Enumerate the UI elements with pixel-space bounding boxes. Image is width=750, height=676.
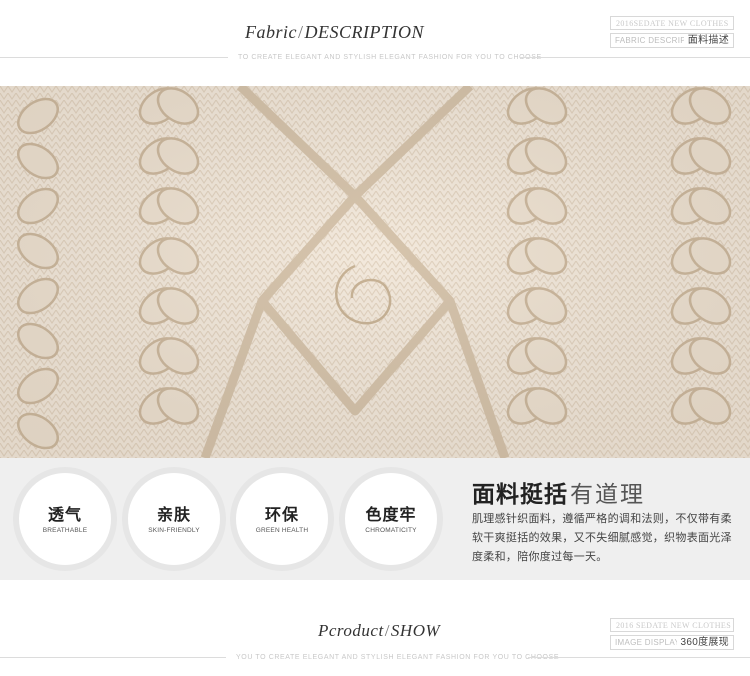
fabric-header-tag: 2016SEDATE NEW CLOTHES FABRIC DESCRIPTIO… [610, 16, 734, 48]
fabric-header: Fabric/DESCRIPTION TO CREATE ELEGANT AND… [0, 0, 750, 86]
feature-breathable-en: BREATHABLE [42, 527, 88, 534]
feature-green-health-en: GREEN HEALTH [255, 527, 309, 534]
divider-left [0, 657, 226, 658]
feature-breathable-cn: 透气 [47, 507, 82, 524]
fabric-info-description: 肌理感针织面料，遵循严格的调和法则，不仅带有柔软干爽挺括的效果，又不失细腻感觉，… [472, 513, 732, 563]
divider-right [520, 57, 750, 58]
tag-top: 2016 SEDATE NEW CLOTHES [610, 618, 734, 632]
title-caps: DESCRIPTION [304, 22, 425, 42]
tag-bottom: IMAGE DISPLAY 360度展现 [610, 635, 734, 650]
fabric-header-title: Fabric/DESCRIPTION [245, 22, 424, 43]
tag-bottom-en: IMAGE DISPLAY [615, 638, 681, 647]
title-italic: Fabric [245, 22, 297, 42]
feature-chromaticity-cn: 色度牢 [365, 507, 417, 524]
divider-left [0, 57, 228, 58]
title-caps: SHOW [390, 621, 441, 640]
title-slash: / [298, 22, 304, 42]
fabric-info-title-light: 有道理 [570, 481, 645, 507]
tag-bottom: FABRIC DESCRIPTION 面料描述 [610, 33, 734, 48]
fabric-header-subtitle: TO CREATE ELEGANT AND STYLISH ELEGANT FA… [238, 54, 542, 61]
fabric-info-title: 面料挺括有道理 [472, 475, 645, 509]
feature-green-health-cn: 环保 [264, 507, 299, 524]
feature-skin-friendly-en: SKIN-FRIENDLY [148, 527, 200, 534]
product-header-tag: 2016 SEDATE NEW CLOTHES IMAGE DISPLAY 36… [610, 618, 734, 650]
tag-top: 2016SEDATE NEW CLOTHES [610, 16, 734, 30]
title-italic: Pcroduct [318, 621, 384, 640]
tag-bottom-cn: 面料描述 [683, 34, 733, 47]
feature-chromaticity-en: CHROMATICITY [365, 527, 417, 534]
feature-skin-friendly-cn: 亲肤 [156, 507, 191, 524]
title-slash: / [384, 621, 390, 640]
product-header-subtitle: YOU TO CREATE ELEGANT AND STYLISH ELEGAN… [236, 654, 560, 661]
product-header: Pcroduct/SHOW YOU TO CREATE ELEGANT AND … [0, 580, 750, 676]
product-header-title: Pcroduct/SHOW [318, 621, 440, 641]
knit-fabric-image [0, 86, 750, 458]
divider-right [528, 657, 750, 658]
feature-chromaticity: 色度牢 CHROMATICITY [345, 473, 437, 565]
feature-skin-friendly: 亲肤 SKIN-FRIENDLY [128, 473, 220, 565]
feature-green-health: 环保 GREEN HEALTH [236, 473, 328, 565]
tag-bottom-cn: 360度展现 [676, 636, 733, 649]
fabric-info-title-bold: 面料挺括 [472, 481, 568, 507]
feature-breathable: 透气 BREATHABLE [19, 473, 111, 565]
